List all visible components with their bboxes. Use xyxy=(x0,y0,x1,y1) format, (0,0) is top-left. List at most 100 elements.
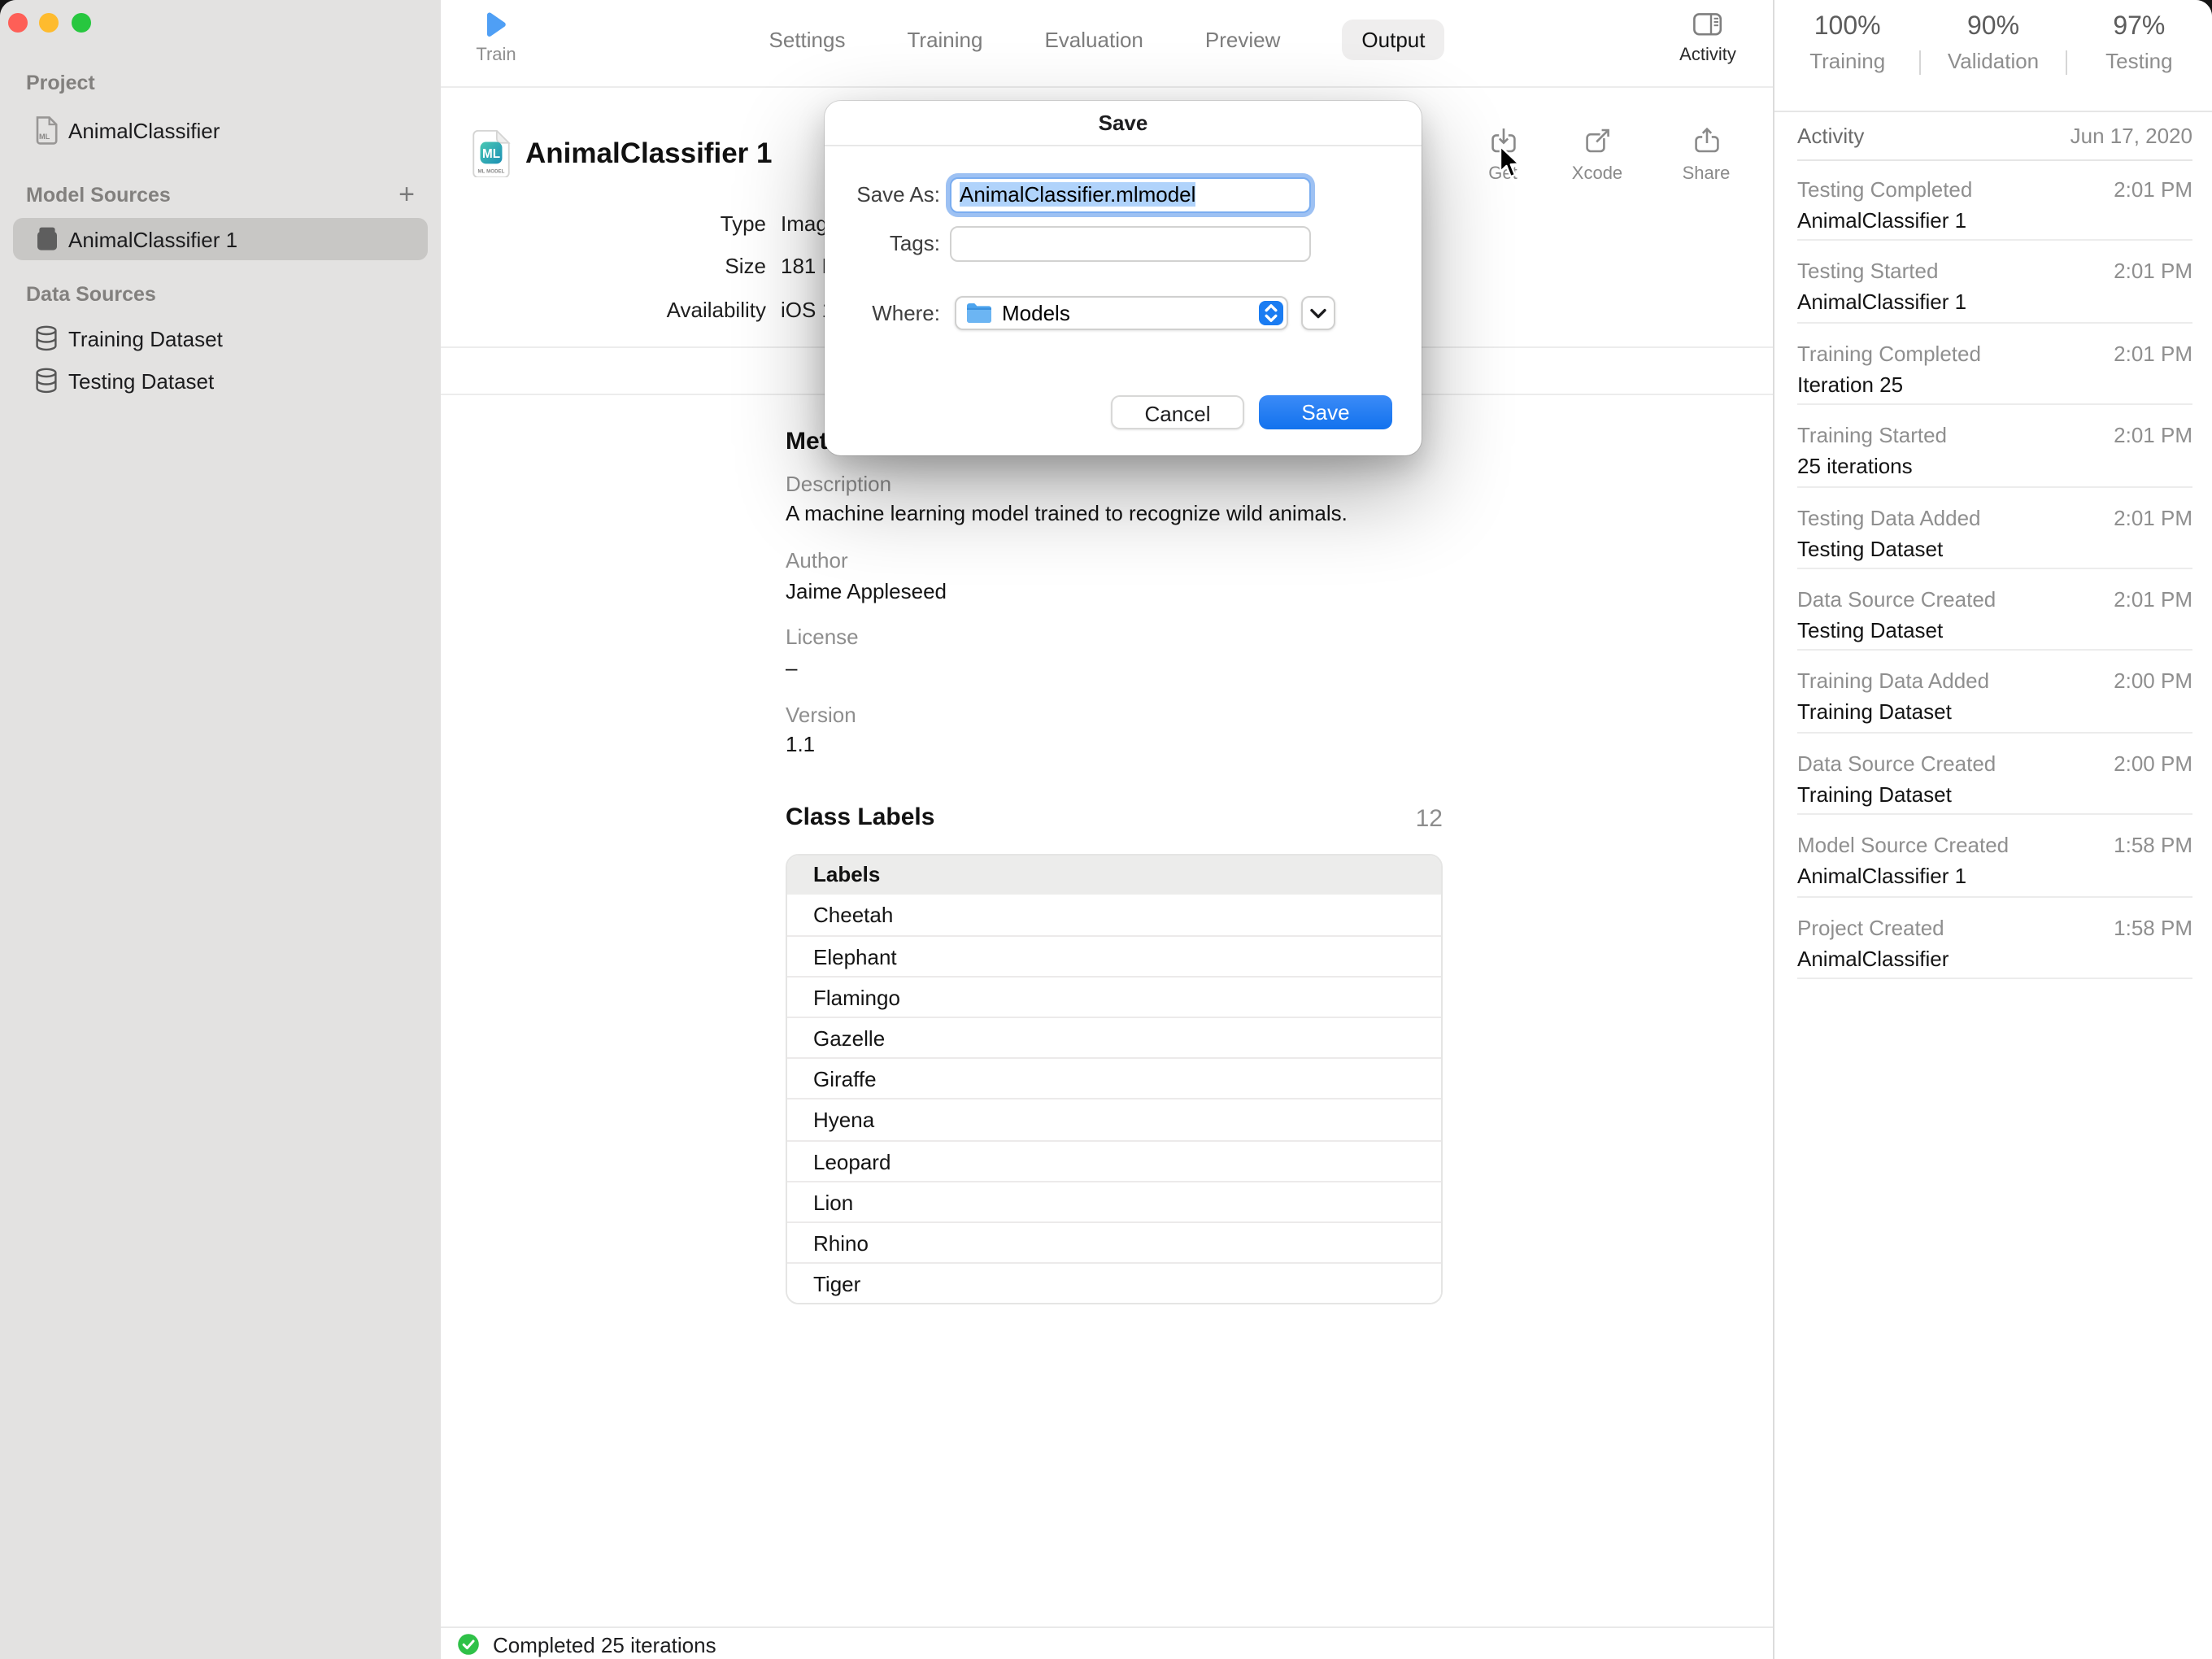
model-source-icon xyxy=(34,226,59,252)
model-title: AnimalClassifier 1 xyxy=(525,137,772,171)
table-row[interactable]: Rhino xyxy=(787,1221,1441,1262)
xcode-label: Xcode xyxy=(1550,164,1644,184)
where-value: Models xyxy=(1002,301,1070,325)
class-labels-heading: Class Labels xyxy=(786,803,934,831)
activity-date: Jun 17, 2020 xyxy=(2070,124,2192,148)
event-time: 1:58 PM xyxy=(2114,833,2192,859)
table-row[interactable]: Hyena xyxy=(787,1099,1441,1139)
event-subtitle: Training Dataset xyxy=(1797,782,2192,808)
stepper-icon xyxy=(1259,301,1283,325)
description-label: Description xyxy=(786,472,891,498)
version-value: 1.1 xyxy=(786,732,815,758)
minimize-button[interactable] xyxy=(39,13,59,33)
activity-header: Activity Jun 17, 2020 xyxy=(1797,124,2192,148)
event-subtitle: AnimalClassifier 1 xyxy=(1797,864,2192,890)
close-button[interactable] xyxy=(8,13,28,33)
where-dropdown[interactable]: Models xyxy=(955,296,1288,330)
activity-event: Training Completed 2:01 PM Iteration 25 xyxy=(1797,324,2192,406)
event-title: Data Source Created xyxy=(1797,587,1996,613)
stat-testing: 97% Testing xyxy=(2066,0,2212,111)
share-label: Share xyxy=(1659,164,1753,184)
table-row[interactable]: Cheetah xyxy=(787,895,1441,935)
cancel-button[interactable]: Cancel xyxy=(1111,395,1244,429)
event-time: 2:00 PM xyxy=(2114,669,2192,695)
table-row[interactable]: Gazelle xyxy=(787,1017,1441,1058)
save-button[interactable]: Save xyxy=(1259,395,1392,429)
share-icon xyxy=(1692,127,1720,155)
event-time: 2:01 PM xyxy=(2114,505,2192,531)
activity-event: Testing Started2:01 PM AnimalClassifier … xyxy=(1797,242,2192,324)
detail-label: Availability xyxy=(441,298,766,324)
class-labels-count: 12 xyxy=(1221,805,1443,833)
tab-evaluation[interactable]: Evaluation xyxy=(1044,27,1143,51)
activity-toggle-label: Activity xyxy=(1670,46,1745,65)
ml-model-file-icon: ML ML MODEL xyxy=(472,130,511,182)
xcode-button[interactable]: Xcode xyxy=(1550,127,1644,184)
chevron-down-icon xyxy=(1309,307,1327,320)
event-title: Training Data Added xyxy=(1797,669,1989,695)
table-row[interactable]: Lion xyxy=(787,1180,1441,1221)
sidebar-item-training-dataset[interactable]: Training Dataset xyxy=(13,317,428,359)
activity-event: Model Source Created1:58 PM AnimalClassi… xyxy=(1797,815,2192,897)
author-value: Jaime Appleseed xyxy=(786,579,947,605)
sidebar-right-icon xyxy=(1693,13,1722,36)
svg-text:ML: ML xyxy=(482,147,500,161)
stat-label: Training xyxy=(1774,49,1920,73)
author-label: Author xyxy=(786,548,848,574)
activity-panel-toggle[interactable]: Activity xyxy=(1670,13,1745,65)
tab-preview[interactable]: Preview xyxy=(1205,27,1281,51)
sidebar-item-model-source[interactable]: AnimalClassifier 1 xyxy=(13,218,428,260)
share-button[interactable]: Share xyxy=(1659,127,1753,184)
filename-selected-text: AnimalClassifier.mlmodel xyxy=(960,182,1195,207)
tags-label: Tags: xyxy=(777,231,940,257)
svg-text:ML MODEL: ML MODEL xyxy=(478,169,505,175)
license-value: – xyxy=(786,655,797,681)
event-subtitle: Testing Dataset xyxy=(1797,618,2192,644)
activity-event: Data Source Created 2:00 PM Training Data… xyxy=(1797,733,2192,815)
sidebar-item-label: Training Dataset xyxy=(68,326,223,351)
ml-document-icon: ML xyxy=(34,115,59,145)
sidebar-item-label: AnimalClassifier xyxy=(68,118,220,142)
tags-input[interactable] xyxy=(950,226,1311,262)
table-row[interactable]: Tiger xyxy=(787,1262,1441,1303)
table-row[interactable]: Giraffe xyxy=(787,1058,1441,1099)
event-title: Data Source Created xyxy=(1797,751,1996,777)
table-row[interactable]: Flamingo xyxy=(787,976,1441,1017)
tab-bar: Settings Training Evaluation Preview Out… xyxy=(441,18,1773,60)
event-title: Training Started xyxy=(1797,423,1947,449)
filename-input[interactable]: AnimalClassifier.mlmodel xyxy=(950,177,1311,213)
stat-training: 100% Training xyxy=(1774,0,1920,111)
event-time: 2:00 PM xyxy=(2114,751,2192,777)
toolbar-divider xyxy=(441,86,1773,88)
table-row[interactable]: Elephant xyxy=(787,935,1441,976)
folder-icon xyxy=(966,303,992,324)
svg-text:ML: ML xyxy=(39,133,50,141)
event-subtitle: Training Dataset xyxy=(1797,700,2192,726)
sidebar: Project ML AnimalClassifier Model Source… xyxy=(0,0,441,1659)
tab-training[interactable]: Training xyxy=(908,27,983,51)
sidebar-item-testing-dataset[interactable]: Testing Dataset xyxy=(13,359,428,402)
event-subtitle: AnimalClassifier 1 xyxy=(1797,290,2192,316)
event-subtitle: Testing Dataset xyxy=(1797,536,2192,562)
zoom-button[interactable] xyxy=(72,13,91,33)
activity-event: Data Source Created2:01 PM Testing Datas… xyxy=(1797,569,2192,651)
event-time: 1:58 PM xyxy=(2114,915,2192,941)
event-title: Project Created xyxy=(1797,915,1944,941)
activity-event: Training Data Added 2:00 PM Training Data… xyxy=(1797,651,2192,734)
sidebar-item-project[interactable]: ML AnimalClassifier xyxy=(13,109,428,151)
tab-settings[interactable]: Settings xyxy=(769,27,846,51)
activity-event: Testing Data Added2:01 PM Testing Datase… xyxy=(1797,487,2192,569)
activity-event: Testing Completed2:01 PM AnimalClassifie… xyxy=(1797,159,2192,242)
event-subtitle: 25 iterations xyxy=(1797,454,2192,480)
event-time: 2:01 PM xyxy=(2114,342,2192,368)
tab-output[interactable]: Output xyxy=(1342,19,1444,59)
expand-dialog-button[interactable] xyxy=(1301,296,1335,330)
table-row[interactable]: Leopard xyxy=(787,1139,1441,1180)
data-sources-label: Data Sources xyxy=(26,283,156,306)
sidebar-item-label: AnimalClassifier 1 xyxy=(68,227,237,251)
add-model-source-button[interactable]: + xyxy=(390,179,423,211)
event-title: Training Completed xyxy=(1797,342,1981,368)
event-subtitle: Iteration 25 xyxy=(1797,372,2192,398)
project-section-label: Project xyxy=(26,72,95,94)
activity-panel: 100% Training 90% Validation 97% Testing… xyxy=(1773,0,2212,1659)
